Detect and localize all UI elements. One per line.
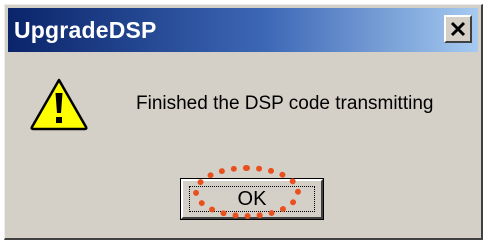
close-icon bbox=[450, 21, 466, 37]
message-dialog: UpgradeDSP Finished the DSP code transmi… bbox=[4, 4, 483, 240]
ok-button[interactable]: OK bbox=[180, 178, 324, 220]
window-title: UpgradeDSP bbox=[14, 17, 157, 43]
title-bar[interactable]: UpgradeDSP bbox=[8, 8, 478, 52]
ok-button-label: OK bbox=[237, 188, 267, 210]
message-text: Finished the DSP code transmitting bbox=[136, 93, 434, 114]
close-button[interactable] bbox=[444, 15, 472, 43]
warning-icon bbox=[30, 78, 88, 131]
